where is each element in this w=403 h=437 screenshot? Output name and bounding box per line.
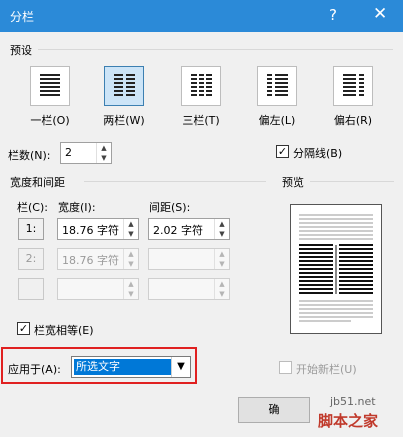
- width-header: 宽度(I):: [58, 201, 96, 214]
- preview-document-icon: [299, 214, 373, 322]
- preset-two-columns-button[interactable]: [104, 66, 144, 106]
- presets-divider: [38, 49, 393, 50]
- equal-width-checkbox[interactable]: ✓: [17, 322, 30, 335]
- col-header: 栏(C):: [17, 201, 48, 214]
- three-columns-icon: [191, 74, 212, 96]
- width-spinner-2[interactable]: 18.76 字符 ▲ ▼: [57, 248, 139, 270]
- new-column-checkbox[interactable]: [279, 361, 292, 374]
- right-column-icon: [343, 74, 364, 96]
- apply-to-select[interactable]: 所选文字 ▼: [71, 356, 191, 378]
- spacing-value-1: 2.02 字符: [153, 224, 203, 237]
- spacing-spinner-2[interactable]: ▲ ▼: [148, 248, 230, 270]
- spin-up-icon[interactable]: ▲: [124, 219, 138, 229]
- title-bar: 分栏 ? ✕: [0, 0, 403, 32]
- one-column-icon: [40, 74, 60, 96]
- spin-down-icon[interactable]: ▼: [215, 289, 229, 299]
- spin-up-icon[interactable]: ▲: [215, 249, 229, 259]
- separator-checkbox[interactable]: ✓: [276, 145, 289, 158]
- separator-label: 分隔线(B): [293, 147, 343, 160]
- preset-right-button[interactable]: [333, 66, 373, 106]
- preset-one-column-button[interactable]: [30, 66, 70, 106]
- spin-down-icon[interactable]: ▼: [124, 259, 138, 269]
- two-columns-icon: [114, 74, 135, 96]
- spin-up-icon[interactable]: ▲: [124, 279, 138, 289]
- width-spinner-3[interactable]: ▲ ▼: [57, 278, 139, 300]
- columns-spinner[interactable]: 2 ▲ ▼: [60, 142, 112, 164]
- width-value-1: 18.76 字符: [62, 224, 119, 237]
- preset-three-columns-button[interactable]: [181, 66, 221, 106]
- col-number-2: 2:: [18, 248, 44, 270]
- columns-value: 2: [65, 146, 72, 159]
- width-spacing-label: 宽度和间距: [10, 176, 65, 189]
- preview-page: [290, 204, 382, 334]
- spin-up-icon[interactable]: ▲: [124, 249, 138, 259]
- preset-left-button[interactable]: [257, 66, 297, 106]
- apply-to-value: 所选文字: [74, 359, 172, 375]
- left-column-icon: [267, 74, 288, 96]
- chevron-down-icon[interactable]: ▼: [171, 357, 190, 377]
- preview-divider: [310, 181, 394, 182]
- spin-up-icon[interactable]: ▲: [215, 279, 229, 289]
- spin-up-icon[interactable]: ▲: [215, 219, 229, 229]
- watermark-logo: 脚本之家: [318, 412, 379, 430]
- columns-label: 栏数(N):: [8, 149, 51, 162]
- ok-button[interactable]: 确: [238, 397, 310, 423]
- spin-down-icon[interactable]: ▼: [124, 289, 138, 299]
- preset-right-label: 偏右(R): [333, 114, 373, 127]
- spin-down-icon[interactable]: ▼: [215, 229, 229, 239]
- col-number-3: [18, 278, 44, 300]
- preview-label: 预览: [282, 176, 304, 189]
- check-icon: ✓: [277, 145, 288, 158]
- close-button[interactable]: ✕: [373, 4, 387, 24]
- preset-two-label: 两栏(W): [103, 114, 145, 127]
- spacing-header: 间距(S):: [149, 201, 191, 214]
- presets-label: 预设: [10, 44, 32, 57]
- spacing-spinner-1[interactable]: 2.02 字符 ▲ ▼: [148, 218, 230, 240]
- equal-width-label: 栏宽相等(E): [34, 324, 94, 337]
- help-button[interactable]: ?: [329, 6, 337, 24]
- preset-three-label: 三栏(T): [182, 114, 220, 127]
- col-number-1: 1:: [18, 218, 44, 240]
- width-value-2: 18.76 字符: [62, 254, 119, 267]
- width-spacing-divider: [84, 181, 266, 182]
- preset-one-label: 一栏(O): [30, 114, 70, 127]
- spin-down-icon[interactable]: ▼: [124, 229, 138, 239]
- width-spinner-1[interactable]: 18.76 字符 ▲ ▼: [57, 218, 139, 240]
- spin-up-icon[interactable]: ▲: [97, 143, 111, 153]
- spin-down-icon[interactable]: ▼: [215, 259, 229, 269]
- new-column-label: 开始新栏(U): [296, 363, 357, 376]
- dialog-title: 分栏: [10, 10, 35, 24]
- apply-to-label: 应用于(A):: [8, 363, 61, 376]
- check-icon: ✓: [18, 322, 29, 335]
- preset-left-label: 偏左(L): [258, 114, 296, 127]
- watermark-url: jb51.net: [330, 395, 376, 408]
- spin-down-icon[interactable]: ▼: [97, 153, 111, 163]
- spacing-spinner-3[interactable]: ▲ ▼: [148, 278, 230, 300]
